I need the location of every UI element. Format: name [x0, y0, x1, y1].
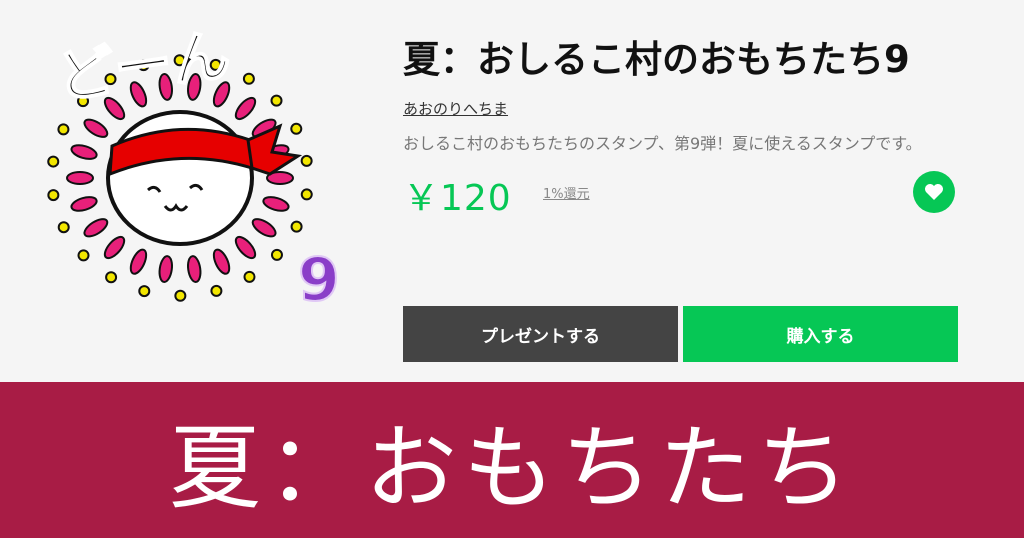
- product-description: おしるこ村のおもちたちのスタンプ、第9弾！夏に使えるスタンプです。: [403, 134, 922, 153]
- burst-ray: [158, 255, 173, 283]
- sticker-image: どーん 9: [47, 28, 341, 316]
- burst-dot: [57, 221, 70, 234]
- burst-dot: [270, 248, 283, 261]
- burst-dot: [77, 249, 90, 262]
- burst-ray: [66, 171, 94, 185]
- burst-dot: [57, 123, 70, 136]
- burst-ray: [129, 248, 148, 275]
- burst-dot: [290, 220, 303, 233]
- burst-ray: [187, 255, 202, 283]
- product-header: どーん 9 夏：おしるこ村のおもちたち9 あおのりへちま おしるこ村のおもちたち…: [0, 0, 1024, 382]
- burst-ray: [83, 218, 109, 238]
- burst-dot: [242, 72, 255, 85]
- burst-ray: [70, 144, 98, 160]
- sticker-number: 9: [298, 245, 340, 315]
- gift-button[interactable]: プレゼントする: [403, 306, 678, 362]
- burst-ray: [262, 196, 290, 212]
- price: ￥120: [403, 178, 512, 219]
- burst-dot: [243, 270, 256, 283]
- heart-icon: [925, 184, 943, 200]
- burst-ray: [83, 118, 109, 138]
- burst-dot: [210, 284, 223, 297]
- burst-dot: [300, 188, 313, 201]
- product-title: 夏：おしるこ村のおもちたち9: [403, 38, 910, 81]
- burst-dot: [105, 271, 118, 284]
- buy-button[interactable]: 購入する: [683, 306, 958, 362]
- burst-ray: [103, 235, 126, 260]
- banner-title: 夏：おもちたち: [168, 414, 855, 522]
- price-row: ￥120 1%還元: [403, 165, 963, 221]
- favorite-button[interactable]: [913, 171, 955, 213]
- burst-dot: [270, 94, 283, 107]
- burst-dot: [174, 289, 187, 302]
- burst-ray: [212, 248, 231, 275]
- author-link[interactable]: あおのりへちま: [403, 98, 508, 119]
- burst-ray: [234, 235, 257, 260]
- sticker-text: どーん: [52, 28, 234, 112]
- burst-ray: [234, 96, 257, 121]
- burst-dot: [47, 155, 60, 168]
- product-info: 夏：おしるこ村のおもちたち9 あおのりへちま おしるこ村のおもちたちのスタンプ、…: [403, 36, 963, 221]
- burst-dot: [138, 285, 151, 298]
- burst-dot: [290, 122, 303, 135]
- burst-ray: [251, 218, 277, 238]
- burst-dot: [300, 154, 313, 167]
- burst-ray: [70, 196, 98, 212]
- banner: 夏：おもちたち: [0, 382, 1024, 538]
- burst-dot: [47, 189, 60, 202]
- cashback-link[interactable]: 1%還元: [543, 183, 590, 202]
